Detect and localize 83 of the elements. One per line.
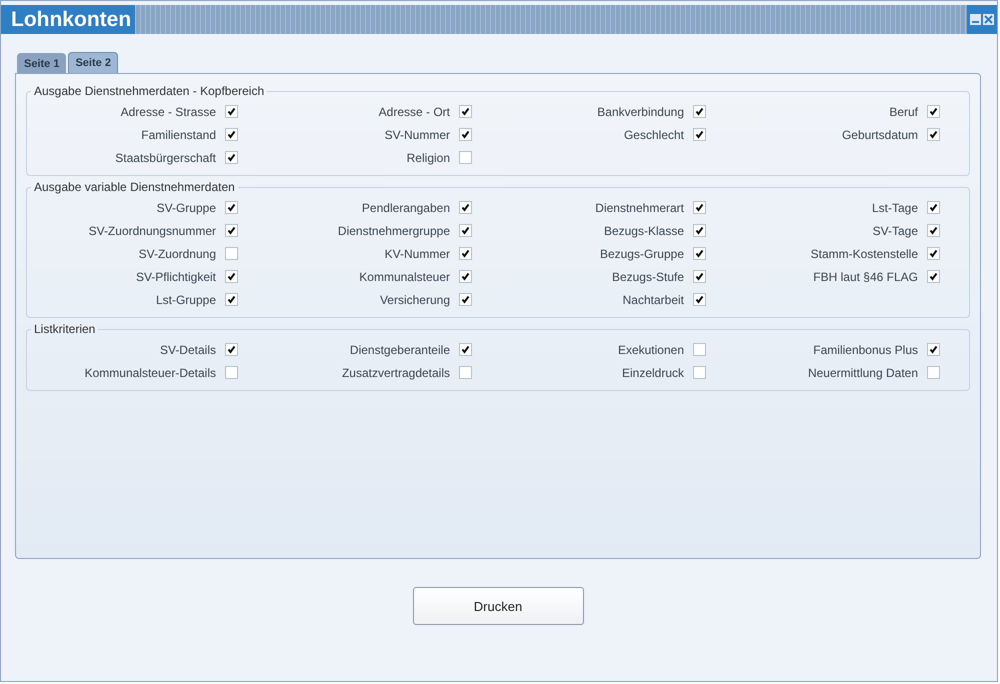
checkbox[interactable] xyxy=(225,270,238,283)
tab[interactable]: Seite 1 xyxy=(17,53,66,73)
checkbox-label: Nachtarbeit xyxy=(622,292,684,306)
checkbox-label: Adresse - Strasse xyxy=(120,104,216,118)
group-title: Ausgabe Dienstnehmerdaten - Kopfbereich xyxy=(33,84,266,98)
group-title: Ausgabe variable Dienstnehmerdaten xyxy=(33,180,236,194)
checkbox[interactable] xyxy=(693,201,706,214)
checkbox[interactable] xyxy=(927,224,940,237)
group-title: Listkriterien xyxy=(33,322,96,336)
checkbox-label: Exekutionen xyxy=(618,342,684,356)
checkbox[interactable] xyxy=(693,343,706,356)
checkbox-label: Bezugs-Stufe xyxy=(612,270,684,284)
checkbox-label: SV-Nummer xyxy=(384,128,450,142)
checkbox-label: Adresse - Ort xyxy=(378,104,450,118)
checkbox-label: Dienstnehmergruppe xyxy=(338,224,450,238)
checkbox-label: Bankverbindung xyxy=(597,104,684,118)
checkbox[interactable] xyxy=(693,270,706,283)
checkbox-label: SV-Zuordnungsnummer xyxy=(88,224,216,238)
checkbox-label: SV-Pflichtigkeit xyxy=(136,270,216,284)
checkbox[interactable] xyxy=(459,224,472,237)
checkbox-label: SV-Details xyxy=(160,342,216,356)
checkbox-label: Bezugs-Klasse xyxy=(604,224,684,238)
checkbox-label: FBH laut §46 FLAG xyxy=(813,270,918,284)
checkbox[interactable] xyxy=(459,247,472,260)
checkbox-label: Staatsbürgerschaft xyxy=(115,150,216,164)
checkbox-label: Zusatzvertragdetails xyxy=(342,366,450,380)
checkbox[interactable] xyxy=(927,201,940,214)
checkbox[interactable] xyxy=(459,128,472,141)
checkbox-label: Beruf xyxy=(889,104,918,118)
checkbox-label: SV-Zuordnung xyxy=(138,246,216,260)
checkbox[interactable] xyxy=(459,201,472,214)
checkbox-label: Lst-Tage xyxy=(872,200,918,214)
checkbox-label: KV-Nummer xyxy=(384,246,450,260)
checkbox[interactable] xyxy=(225,128,238,141)
checkbox[interactable] xyxy=(693,128,706,141)
checkbox[interactable] xyxy=(459,293,472,306)
checkbox-label: SV-Tage xyxy=(872,224,918,238)
checkbox[interactable] xyxy=(927,270,940,283)
checkbox[interactable] xyxy=(459,105,472,118)
checkbox-label: Neuermittlung Daten xyxy=(808,366,918,380)
checkbox-label: Kommunalsteuer xyxy=(359,270,450,284)
checkbox-label: Bezugs-Gruppe xyxy=(600,246,684,260)
checkbox-label: Kommunalsteuer-Details xyxy=(84,366,216,380)
checkbox[interactable] xyxy=(225,343,238,356)
checkbox[interactable] xyxy=(459,343,472,356)
checkbox-label: Geschlecht xyxy=(624,128,684,142)
checkbox[interactable] xyxy=(225,293,238,306)
checkbox-label: Familienstand xyxy=(141,128,216,142)
checkbox[interactable] xyxy=(693,366,706,379)
checkbox-label: Dienstnehmerart xyxy=(595,200,684,214)
checkbox-label: Dienstgeberanteile xyxy=(350,342,450,356)
checkbox[interactable] xyxy=(225,224,238,237)
checkbox[interactable] xyxy=(927,343,940,356)
checkbox-label: Familienbonus Plus xyxy=(813,342,918,356)
checkbox-label: Lst-Gruppe xyxy=(156,292,216,306)
checkbox[interactable] xyxy=(693,224,706,237)
checkbox[interactable] xyxy=(693,105,706,118)
checkbox[interactable] xyxy=(225,366,238,379)
checkbox[interactable] xyxy=(225,247,238,260)
checkbox[interactable] xyxy=(693,247,706,260)
checkbox[interactable] xyxy=(693,293,706,306)
checkbox[interactable] xyxy=(459,270,472,283)
checkbox-label: Versicherung xyxy=(380,292,450,306)
checkbox[interactable] xyxy=(927,128,940,141)
window-title: Lohnkonten xyxy=(1,5,136,34)
checkbox[interactable] xyxy=(459,151,472,164)
checkbox[interactable] xyxy=(927,366,940,379)
minimize-icon[interactable] xyxy=(970,14,981,25)
checkbox[interactable] xyxy=(225,201,238,214)
checkbox[interactable] xyxy=(459,366,472,379)
checkbox[interactable] xyxy=(225,151,238,164)
tab[interactable]: Seite 2 xyxy=(68,52,118,73)
checkbox-label: Einzeldruck xyxy=(622,366,684,380)
checkbox-label: Stamm-Kostenstelle xyxy=(810,246,918,260)
checkbox[interactable] xyxy=(927,247,940,260)
checkbox-label: Geburtsdatum xyxy=(842,128,918,142)
checkbox[interactable] xyxy=(225,105,238,118)
checkbox[interactable] xyxy=(927,105,940,118)
checkbox-label: Pendlerangaben xyxy=(362,200,450,214)
checkbox-label: Religion xyxy=(406,150,450,164)
close-icon[interactable] xyxy=(983,14,994,25)
checkbox-label: SV-Gruppe xyxy=(156,200,216,214)
print-button[interactable]: Drucken xyxy=(412,587,584,625)
